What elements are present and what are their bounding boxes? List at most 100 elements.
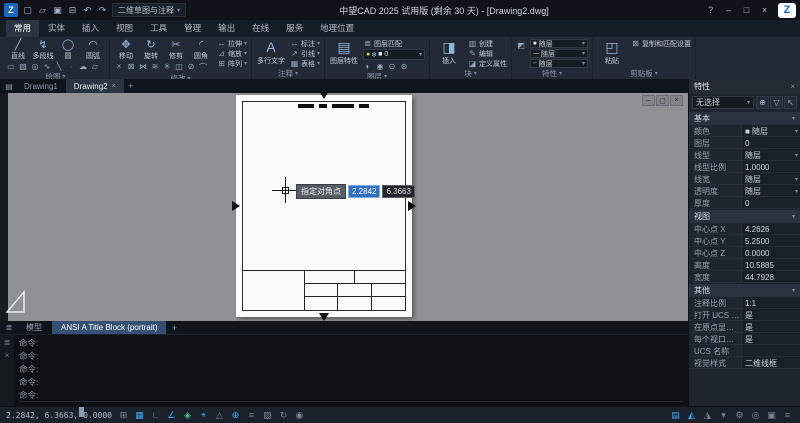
tab-drawing1[interactable]: Drawing1	[16, 79, 66, 93]
trim-button[interactable]: ✂ 修剪	[164, 39, 188, 61]
spline-icon[interactable]: ∿	[42, 62, 52, 71]
polyline-button[interactable]: ↯ 多段线	[31, 39, 55, 61]
tab-drawing2[interactable]: Drawing2 ×	[66, 79, 124, 93]
table-button[interactable]: ▦ 表格	[290, 59, 320, 68]
array-button[interactable]: ⊞ 阵列	[217, 59, 247, 68]
drawing-canvas[interactable]: 指定对角点 2.2842 6.3663 – ▢ ×	[0, 93, 688, 321]
rectangle-icon[interactable]: ▭	[6, 62, 16, 71]
move-button[interactable]: ✥ 移动	[114, 39, 138, 61]
annotation-monitor-toggle[interactable]: ◉	[293, 409, 306, 422]
edit-block-button[interactable]: ✎ 编辑	[468, 49, 507, 58]
clean-screen-icon[interactable]: ▣	[765, 409, 778, 422]
mtext-button[interactable]: A 多行文字	[256, 39, 286, 66]
doc-restore-button[interactable]: ▢	[656, 95, 669, 106]
lineweight-toggle[interactable]: ≡	[245, 409, 258, 422]
close-tab-icon[interactable]: ×	[112, 83, 116, 90]
customize-icon[interactable]: ≡	[781, 409, 794, 422]
undo-icon[interactable]: ↶	[81, 3, 94, 17]
section-header-view[interactable]: 视图	[689, 210, 800, 223]
ortho-toggle[interactable]: ∟	[149, 409, 162, 422]
break-icon[interactable]: ◫	[174, 62, 184, 73]
dimension-button[interactable]: ↔ 标注	[290, 39, 320, 48]
ribbon-tab[interactable]: 工具	[142, 20, 175, 37]
select-objects-icon[interactable]: ↖	[784, 96, 797, 109]
layout-tab-model[interactable]: 模型	[17, 321, 51, 334]
layout-menu-icon[interactable]: ≣	[2, 321, 16, 334]
dynamic-ucs-toggle[interactable]: △	[213, 409, 226, 422]
print-icon[interactable]: ⊟	[66, 3, 79, 17]
point-icon[interactable]: ∙	[66, 62, 76, 71]
ribbon-tab[interactable]: 在线	[244, 20, 277, 37]
coordinate-display[interactable]: 2.2842, 6.3663, 0.0000	[6, 411, 112, 420]
ribbon-tab[interactable]: 服务	[278, 20, 311, 37]
layer-freeze-all-icon[interactable]: ⊙	[387, 62, 397, 71]
layer-properties-button[interactable]: ▤ 图层特性	[329, 39, 359, 66]
offset-icon[interactable]: ≋	[150, 62, 160, 73]
save-icon[interactable]: ▣	[51, 3, 64, 17]
file-tabs-menu-icon[interactable]: ▤	[2, 79, 16, 93]
section-header-basic[interactable]: 基本	[689, 112, 800, 125]
doc-minimize-button[interactable]: –	[642, 95, 655, 106]
snap-toggle[interactable]: ⊞	[117, 409, 130, 422]
layer-combo[interactable]: ●❄■ 0	[363, 49, 425, 60]
revision-cloud-icon[interactable]: ☁	[78, 62, 88, 71]
section-header-other[interactable]: 其他	[689, 284, 800, 297]
ribbon-tab[interactable]: 插入	[74, 20, 107, 37]
scale-button[interactable]: ⊿ 缩放	[217, 49, 247, 58]
dynamic-input-toggle[interactable]: ⊕	[229, 409, 242, 422]
ellipse-icon[interactable]: ◎	[30, 62, 40, 71]
layout-tab-ansi-a[interactable]: ANSI A Title Block (portrait)	[52, 321, 166, 334]
selection-cycling-toggle[interactable]: ↻	[277, 409, 290, 422]
doc-close-button[interactable]: ×	[670, 95, 683, 106]
command-close-icon[interactable]: ×	[5, 351, 10, 360]
quick-select-icon[interactable]: ▽	[770, 96, 783, 109]
pickadd-toggle-icon[interactable]: ⊕	[756, 96, 769, 109]
stretch-button[interactable]: ↔ 拉伸	[217, 39, 247, 48]
ribbon-tab[interactable]: 视图	[108, 20, 141, 37]
transparency-toggle[interactable]: ▨	[261, 409, 274, 422]
lineweight-combo[interactable]: — 随层	[530, 49, 588, 58]
annotation-autoscale-icon[interactable]: ◮	[701, 409, 714, 422]
grid-toggle[interactable]: ▦	[133, 409, 146, 422]
redo-icon[interactable]: ↷	[96, 3, 109, 17]
linetype-combo[interactable]: ┄ 随层	[530, 59, 588, 68]
construction-line-icon[interactable]: ╲	[54, 62, 64, 71]
workspace-selector[interactable]: 二维草图与注释	[112, 3, 186, 17]
object-color-combo[interactable]: ■ 随层	[530, 39, 588, 48]
ribbon-tab[interactable]: 实体	[40, 20, 73, 37]
annotation-visibility-icon[interactable]: ◭	[685, 409, 698, 422]
ribbon-tab[interactable]: 地理位置	[312, 20, 362, 37]
explode-icon[interactable]: ✳	[162, 62, 172, 73]
define-attribute-button[interactable]: ◪ 定义属性	[468, 59, 507, 68]
create-block-button[interactable]: ▥ 创建	[468, 39, 507, 48]
paper-space-icon[interactable]: ▤	[669, 409, 682, 422]
object-snap-tracking-toggle[interactable]: ⌖	[197, 409, 210, 422]
ribbon-tab[interactable]: 管理	[176, 20, 209, 37]
copy-and-match-settings-button[interactable]: ⊠ 复制和匹配设置	[631, 39, 691, 48]
hatch-icon[interactable]: ▨	[18, 62, 28, 71]
rotate-button[interactable]: ↻ 旋转	[139, 39, 163, 61]
fillet-button[interactable]: ◜ 圆角	[189, 39, 213, 61]
new-drawing-tab-button[interactable]: +	[124, 79, 138, 93]
ribbon-tab[interactable]: 常用	[6, 20, 39, 37]
panel-label-annotate[interactable]: 注释	[256, 68, 320, 79]
panel-label-blocks[interactable]: 块	[434, 68, 507, 79]
polar-tracking-toggle[interactable]: ∠	[165, 409, 178, 422]
leader-button[interactable]: ↗ 引线	[290, 49, 320, 58]
line-button[interactable]: ╱ 直线	[6, 39, 30, 61]
open-file-icon[interactable]: ▱	[36, 3, 49, 17]
insert-block-button[interactable]: ◨ 插入	[434, 39, 464, 66]
chamfer-icon[interactable]: ⌒	[198, 62, 208, 73]
close-button[interactable]: ×	[756, 3, 773, 18]
panel-label-clipboard[interactable]: 剪贴板	[597, 68, 691, 79]
selection-type-combo[interactable]: 无选择	[692, 96, 754, 109]
region-icon[interactable]: ▱	[90, 62, 100, 71]
layer-lock-icon[interactable]: ⊛	[399, 62, 409, 71]
circle-button[interactable]: ◯ 圆	[56, 39, 80, 61]
dynamic-input-x-field[interactable]: 2.2842	[348, 185, 380, 198]
copy-icon[interactable]: ⊠	[126, 62, 136, 73]
maximize-button[interactable]: □	[738, 3, 755, 18]
help-button[interactable]: ?	[702, 3, 719, 18]
paste-button[interactable]: ◰ 粘贴	[597, 39, 627, 66]
layer-isolate-icon[interactable]: ◐	[363, 62, 373, 71]
